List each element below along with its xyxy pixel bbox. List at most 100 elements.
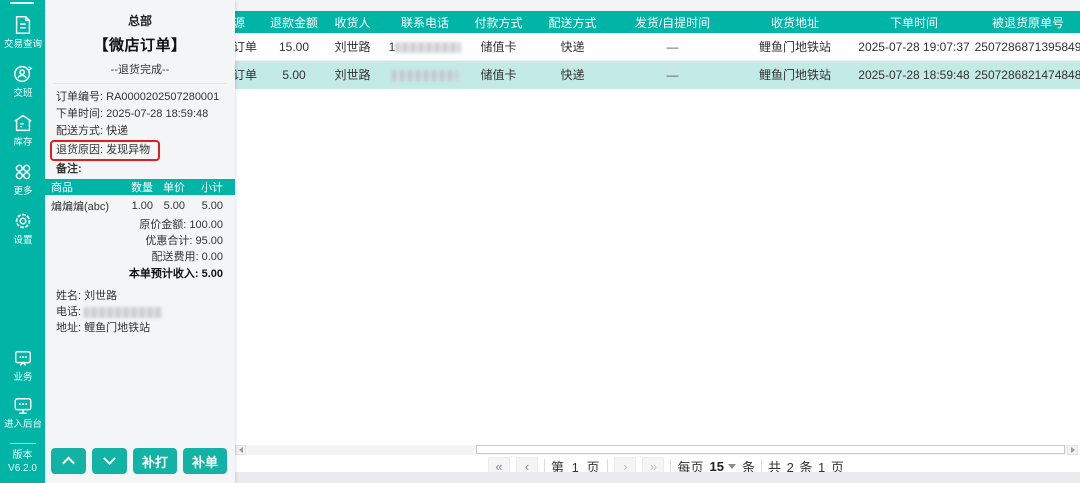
table-cell: — [666, 39, 679, 54]
customer-phone-masked [84, 306, 163, 318]
column-header[interactable]: 下单时间 [858, 14, 970, 31]
order-status: --退货完成-- [110, 64, 170, 76]
sidebar-item-label: 交班 [13, 88, 32, 99]
customer-name-value: 刘世路 [84, 290, 118, 302]
sidebar-item-transaction-query[interactable]: 交易查询 [0, 8, 45, 57]
table-cell: 鲤鱼门地铁站 [758, 40, 831, 54]
backend-monitor-icon [12, 396, 34, 416]
customer-phone-label: 电话: [56, 306, 82, 318]
version-label: 版本 V6.2.0 [8, 450, 37, 474]
table-row[interactable]: 微店订单5.00刘世路储值卡快递—鲤鱼门地铁站2025-07-28 18:59:… [198, 61, 1080, 89]
sidebar-item-settings[interactable]: 设置 [0, 204, 45, 253]
sidebar-item-label: 设置 [13, 235, 32, 246]
warehouse-icon [12, 112, 34, 134]
pagination-divider [607, 459, 609, 473]
sidebar-item-partial [0, 0, 45, 8]
table-cell: 5.00 [282, 67, 306, 82]
return-reason-value: 发现异物 [106, 144, 151, 156]
reprint-button[interactable]: 补打 [133, 448, 177, 474]
table-cell: 2025-07-28 18:59:48 [858, 67, 970, 82]
expected-income-line: 本单预计收入: 5.00 [45, 266, 223, 282]
delivery-method-line: 配送方式: 快递 [56, 123, 235, 140]
sidebar-item-label: 进入后台 [3, 419, 42, 430]
pagination-divider [670, 459, 672, 473]
sidebar-item-business[interactable]: 业务 [0, 343, 45, 390]
order-number-value: RA0000202507280001 [106, 91, 220, 103]
table-row[interactable]: 微店订单15.00刘世路1储值卡快递—鲤鱼门地铁站2025-07-28 19:0… [198, 33, 1080, 61]
customer-address-label: 地址: [56, 322, 82, 334]
item-subtotal: 5.00 [201, 200, 223, 212]
column-header[interactable]: 收货人 [320, 14, 385, 31]
delivery-fee-line: 配送费用: 0.00 [45, 249, 223, 265]
sidebar-item-label: 交易查询 [3, 39, 42, 50]
sidebar-item-inventory[interactable]: 库存 [0, 106, 45, 155]
customer-address-value: 鲤鱼门地铁站 [84, 322, 151, 334]
scroll-up-button[interactable] [51, 448, 86, 474]
scroll-left-arrow-icon[interactable] [235, 445, 246, 455]
table-cell: 2507286821474848 [974, 67, 1080, 82]
pagination-divider [544, 459, 545, 473]
return-reason-label: 退货原因: [56, 144, 104, 156]
phone-masked [395, 41, 462, 53]
table-cell: 刘世路 [334, 68, 371, 82]
original-amount-label: 原价金额: [139, 219, 187, 231]
gear-icon [12, 210, 34, 232]
delivery-fee-label: 配送费用: [151, 251, 199, 263]
scrollbar-thumb[interactable] [476, 445, 1065, 454]
phone-masked [392, 69, 458, 81]
item-price: 5.00 [163, 200, 185, 212]
order-time-line: 下单时间: 2025-07-28 18:59:48 [56, 106, 235, 123]
column-header[interactable]: 配送方式 [532, 14, 613, 31]
item-col-product: 商品 [51, 182, 73, 194]
table-cell: 储值卡 [480, 68, 517, 82]
customer-address-line: 地址: 鲤鱼门地铁站 [56, 320, 235, 336]
item-col-qty: 数量 [131, 182, 153, 194]
sidebar-item-more[interactable]: 更多 [0, 155, 45, 204]
column-header[interactable]: 被退货原单号 [970, 14, 1080, 31]
column-header[interactable]: 退款金额 [268, 14, 320, 31]
horizontal-scrollbar[interactable] [235, 445, 1078, 455]
remark-line: 备注: [56, 161, 235, 177]
bottom-strip [90, 472, 1080, 483]
shift-person-icon [12, 63, 34, 85]
table-cell: 鲤鱼门地铁站 [758, 68, 831, 82]
document-icon [12, 14, 34, 36]
scrollbar-track[interactable] [246, 445, 1067, 455]
item-qty: 1.00 [131, 200, 153, 212]
table-cell: 2507286871395849 [974, 39, 1080, 54]
chevron-up-icon [62, 456, 75, 469]
customer-name-label: 姓名: [56, 290, 82, 302]
discount-total-value: 95.00 [195, 235, 223, 247]
receipt-actions: 补打 补单 [51, 448, 227, 474]
chevron-down-icon [103, 451, 116, 465]
column-header[interactable]: 付款方式 [465, 14, 532, 31]
sidebar-item-label: 业务 [13, 372, 32, 383]
table-cell [385, 68, 465, 82]
scroll-right-arrow-icon[interactable] [1067, 445, 1078, 455]
sidebar-item-label: 更多 [13, 186, 32, 197]
delivery-method-value: 快递 [106, 125, 129, 137]
expected-income-value: 5.00 [201, 268, 223, 280]
table-cell: 2025-07-28 19:07:37 [858, 39, 970, 54]
scroll-down-button[interactable] [92, 448, 127, 474]
return-reason-highlight-box: 退货原因: 发现异物 [50, 140, 161, 161]
delivery-method-label: 配送方式: [56, 125, 104, 137]
table-cell: 储值卡 [480, 40, 517, 54]
table-cell: 快递 [560, 68, 585, 82]
supplement-order-button[interactable]: 补单 [183, 448, 227, 474]
original-amount-line: 原价金额: 100.00 [45, 217, 223, 233]
sidebar-item-shift-change[interactable]: 交班 [0, 57, 45, 106]
pos-app-window: 来源退款金额收货人联系电话付款方式配送方式发货/自提时间收货地址下单时间被退货原… [0, 0, 1080, 483]
table-cell: 15.00 [278, 39, 310, 54]
column-header[interactable]: 联系电话 [385, 14, 465, 31]
original-amount-value: 100.00 [189, 219, 223, 231]
table-cell: 快递 [560, 40, 585, 54]
discount-total-label: 优惠合计: [145, 235, 193, 247]
column-header[interactable]: 收货地址 [732, 14, 858, 31]
more-grid-icon [12, 161, 34, 183]
business-chat-icon [12, 349, 34, 369]
sidebar-item-backend[interactable]: 进入后台 [0, 390, 45, 437]
sidebar-nav: 交易查询 交班 库存 更多 设置 业务 进入后台 版本 V6.2.0 [0, 0, 45, 483]
column-header[interactable]: 发货/自提时间 [613, 14, 732, 31]
receipt-item-row: 煸煸煸(abc) 1.00 5.00 5.00 [45, 195, 235, 216]
